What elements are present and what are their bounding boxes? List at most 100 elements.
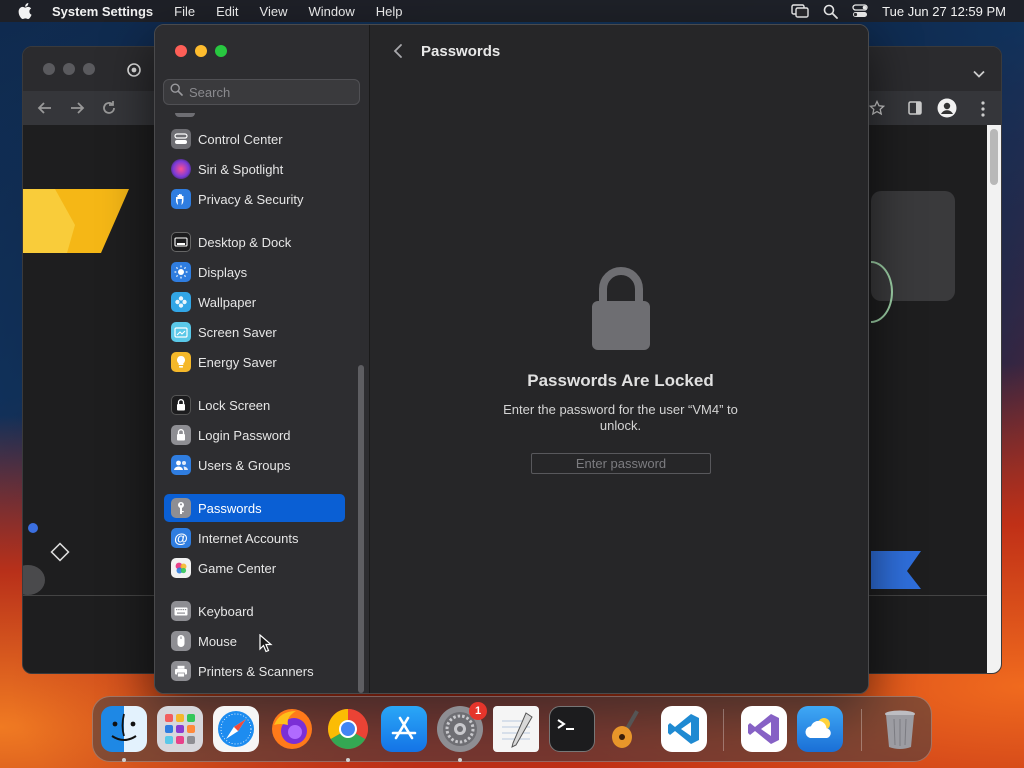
sidebar-list: Control Center Siri & Spotlight Privacy … <box>155 113 370 693</box>
keyboard-icon <box>171 601 191 621</box>
launchpad-icon[interactable] <box>157 706 203 752</box>
bulb-icon <box>171 352 191 372</box>
sidebar-item-privacy-security[interactable]: Privacy & Security <box>164 185 345 213</box>
search-field[interactable] <box>163 79 360 105</box>
screen-saver-icon <box>171 322 191 342</box>
zoom-button[interactable] <box>215 45 227 57</box>
sidebar-item-label: Users & Groups <box>198 457 291 473</box>
tab-favicon-icon <box>127 63 141 82</box>
tab-list-chevron-icon[interactable] <box>973 65 985 83</box>
sidebar-item-control-center[interactable]: Control Center <box>164 125 345 153</box>
back-chevron-icon[interactable] <box>393 42 407 60</box>
weather-icon[interactable] <box>797 706 843 752</box>
back-arrow-icon[interactable] <box>37 100 53 121</box>
textedit-icon[interactable] <box>493 706 539 752</box>
profile-icon[interactable] <box>937 98 957 123</box>
minimize-button[interactable] <box>195 45 207 57</box>
browser-minimize-dot[interactable] <box>63 63 75 75</box>
sidebar-item-keyboard[interactable]: Keyboard <box>164 597 345 625</box>
password-field[interactable] <box>531 453 711 474</box>
sidebar-item-siri-spotlight[interactable]: Siri & Spotlight <box>164 155 345 183</box>
control-center-icon[interactable] <box>852 4 868 18</box>
chrome-icon[interactable] <box>325 706 371 752</box>
close-button[interactable] <box>175 45 187 57</box>
vscode-icon[interactable] <box>661 706 707 752</box>
locked-message: Enter the password for the user “VM4” to… <box>503 402 738 433</box>
browser-scroll-thumb[interactable] <box>990 129 998 185</box>
page-blue-ribbon <box>871 551 921 589</box>
settings-window: Control Center Siri & Spotlight Privacy … <box>154 24 869 694</box>
browser-zoom-dot[interactable] <box>83 63 95 75</box>
mouse-icon <box>171 631 191 651</box>
sidebar-item-label: Mouse <box>198 633 238 649</box>
sidebar-item-desktop-dock[interactable]: Desktop & Dock <box>164 228 345 256</box>
screen-mirroring-icon[interactable] <box>791 4 809 18</box>
sidebar-item-printers-scanners[interactable]: Printers & Scanners <box>164 657 345 685</box>
sidebar-item-label: Game Center <box>198 560 277 576</box>
reload-icon[interactable] <box>101 100 117 121</box>
sidebar-item-label: Wallpaper <box>198 294 257 310</box>
sidebar-item-mouse[interactable]: Mouse <box>164 627 345 655</box>
sidebar-item-wallpaper[interactable]: Wallpaper <box>164 288 345 316</box>
flower-icon <box>171 292 191 312</box>
padlock-icon <box>171 425 191 445</box>
firefox-icon[interactable] <box>269 706 315 752</box>
page-grey-blob <box>23 565 45 595</box>
sidebar-item-label: Privacy & Security <box>198 191 304 207</box>
spotlight-search-icon[interactable] <box>823 4 839 19</box>
apple-menu-icon[interactable] <box>18 3 36 19</box>
forward-arrow-icon[interactable] <box>69 100 85 121</box>
sidebar-item-game-center[interactable]: Game Center <box>164 554 345 582</box>
sidebar-item-label: Passwords <box>198 500 262 516</box>
main-header: Passwords <box>371 25 868 77</box>
bookmark-star-icon[interactable] <box>868 99 886 121</box>
side-panel-icon[interactable] <box>907 100 923 121</box>
locked-title: Passwords Are Locked <box>527 371 714 390</box>
menu-help[interactable]: Help <box>376 4 403 19</box>
sidebar-item-lock-screen[interactable]: Lock Screen <box>164 391 345 419</box>
app-store-icon[interactable] <box>381 706 427 752</box>
sidebar-item-label: Desktop & Dock <box>198 234 292 250</box>
sidebar-item-users-groups[interactable]: Users & Groups <box>164 451 345 479</box>
menu-edit[interactable]: Edit <box>216 4 238 19</box>
large-lock-icon <box>589 263 653 358</box>
at-icon: @ <box>171 528 191 548</box>
sidebar-item-login-password[interactable]: Login Password <box>164 421 345 449</box>
printer-icon <box>171 661 191 681</box>
sidebar-item-passwords[interactable]: Passwords <box>164 494 345 522</box>
finder-running-dot <box>122 758 126 762</box>
search-input[interactable] <box>189 84 349 100</box>
system-settings-badge: 1 <box>469 702 487 720</box>
trash-icon[interactable] <box>877 706 923 752</box>
menu-bar: System Settings File Edit View Window He… <box>0 0 1024 22</box>
menu-clock[interactable]: Tue Jun 27 12:59 PM <box>882 4 1006 19</box>
visual-studio-icon[interactable] <box>741 706 787 752</box>
browser-close-dot[interactable] <box>43 63 55 75</box>
hand-icon <box>171 189 191 209</box>
browser-menu-icon[interactable] <box>981 101 985 122</box>
menu-app-name[interactable]: System Settings <box>52 4 153 19</box>
sidebar-item-energy-saver[interactable]: Energy Saver <box>164 348 345 376</box>
menu-view[interactable]: View <box>260 4 288 19</box>
sidebar-scrollbar[interactable] <box>358 365 364 693</box>
password-input[interactable] <box>532 454 710 473</box>
browser-scrollbar[interactable] <box>987 125 1001 673</box>
finder-icon[interactable] <box>101 706 147 752</box>
safari-icon[interactable] <box>213 706 259 752</box>
sidebar-clipped-item-icon <box>175 113 195 117</box>
page-title: Passwords <box>421 42 501 60</box>
menu-file[interactable]: File <box>174 4 195 19</box>
sidebar-item-label: Siri & Spotlight <box>198 161 284 177</box>
sidebar-item-screen-saver[interactable]: Screen Saver <box>164 318 345 346</box>
key-icon <box>171 498 191 518</box>
menu-window[interactable]: Window <box>308 4 354 19</box>
sidebar-item-internet-accounts[interactable]: @ Internet Accounts <box>164 524 345 552</box>
sidebar-item-displays[interactable]: Displays <box>164 258 345 286</box>
garageband-icon[interactable] <box>605 706 651 752</box>
game-center-icon <box>171 558 191 578</box>
terminal-icon[interactable] <box>549 706 595 752</box>
page-diamond <box>50 542 70 562</box>
control-center-icon <box>171 129 191 149</box>
sidebar-item-label: Internet Accounts <box>198 530 299 546</box>
sidebar-item-label: Displays <box>198 264 248 280</box>
